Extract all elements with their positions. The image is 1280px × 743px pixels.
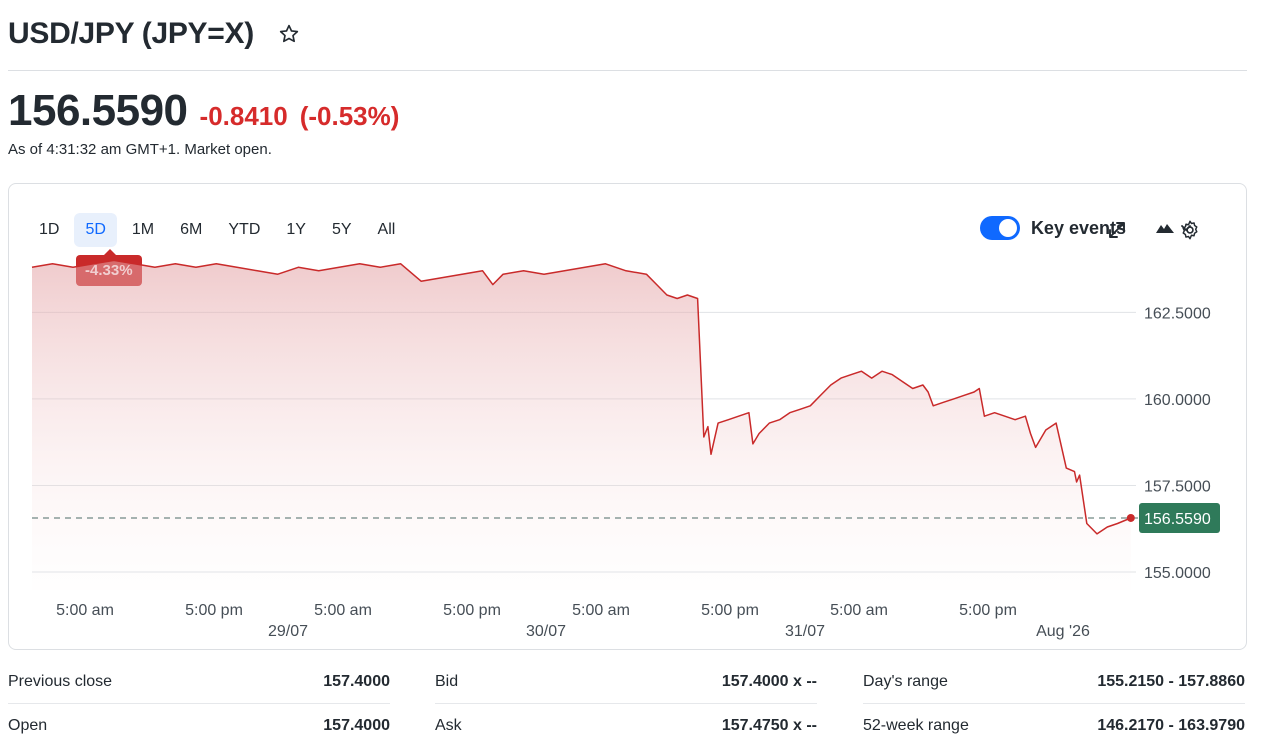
stat-value: 157.4000 x -- (721, 672, 817, 690)
stat-label: Previous close (8, 672, 113, 690)
date-label: 31/07 (785, 623, 825, 640)
x-tick-label: 5:00 pm (185, 602, 243, 619)
date-label: 30/07 (526, 623, 566, 640)
stat-label: Ask (435, 716, 462, 734)
stat-open: Open 157.4000 (8, 704, 390, 743)
x-tick-label: 5:00 pm (443, 602, 501, 619)
x-tick-label: 5:00 am (56, 602, 114, 619)
x-tick-label: 5:00 am (572, 602, 630, 619)
price-area (32, 260, 1131, 590)
stat-label: 52-week range (863, 716, 969, 734)
stat-previous-close: Previous close 157.4000 (8, 660, 390, 704)
price-chart[interactable]: 162.5000 160.0000 157.5000 155.0000 5:00 am… (0, 0, 1280, 743)
price-tag-label: 156.5590 (1144, 511, 1211, 528)
date-label: Aug '26 (1036, 623, 1090, 640)
stat-ask: Ask 157.4750 x -- (435, 704, 817, 743)
stat-label: Day's range (863, 672, 948, 690)
stat-label: Open (8, 716, 48, 734)
current-price-dot (1126, 513, 1135, 522)
stat-label: Bid (435, 672, 459, 690)
stat-bid: Bid 157.4000 x -- (435, 660, 817, 704)
y-tick-label: 162.5000 (1144, 305, 1211, 322)
y-tick-label: 157.5000 (1144, 478, 1211, 495)
stat-value: 155.2150 - 157.8860 (1097, 672, 1245, 690)
x-tick-label: 5:00 pm (959, 602, 1017, 619)
x-tick-label: 5:00 am (830, 602, 888, 619)
date-label: 29/07 (268, 623, 308, 640)
y-tick-label: 155.0000 (1144, 565, 1211, 582)
stat-value: 157.4750 x -- (721, 716, 817, 734)
y-tick-label: 160.0000 (1144, 392, 1211, 409)
stat-value: 146.2170 - 163.9790 (1097, 716, 1245, 734)
stat-days-range: Day's range 155.2150 - 157.8860 (863, 660, 1245, 704)
x-tick-label: 5:00 pm (701, 602, 759, 619)
stat-value: 157.4000 (323, 716, 390, 734)
stat-value: 157.4000 (323, 672, 390, 690)
x-axis: 5:00 am 5:00 pm 5:00 am 5:00 pm 5:00 am 5:00 … (56, 602, 1090, 640)
x-tick-label: 5:00 am (314, 602, 372, 619)
current-price-tag: 156.5590 (1139, 503, 1220, 534)
y-axis: 162.5000 160.0000 157.5000 155.0000 (1144, 305, 1211, 582)
stat-52-week-range: 52-week range 146.2170 - 163.9790 (863, 704, 1245, 743)
